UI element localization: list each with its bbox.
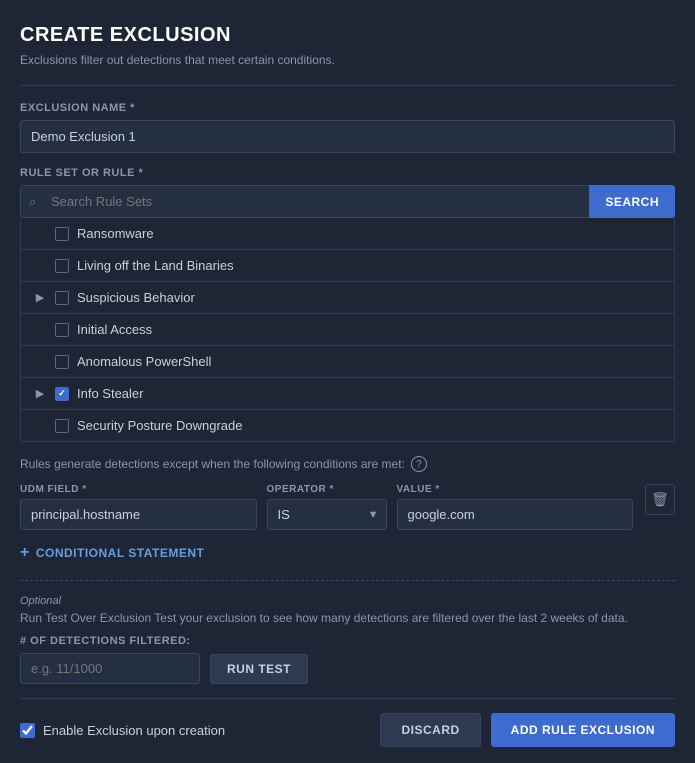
run-test-row: RUN TEST bbox=[20, 653, 675, 684]
chevron-suspicious-icon: ▶ bbox=[33, 291, 47, 305]
udm-label: UDM FIELD * bbox=[20, 484, 257, 495]
rule-label-initial: Initial Access bbox=[77, 322, 152, 337]
rule-checkbox-suspicious[interactable] bbox=[55, 291, 69, 305]
page-subtitle: Exclusions filter out detections that me… bbox=[20, 53, 675, 67]
conditions-section: Rules generate detections except when th… bbox=[20, 456, 675, 566]
add-condition-button[interactable]: + CONDITIONAL STATEMENT bbox=[20, 540, 204, 566]
rule-label-lotl: Living off the Land Binaries bbox=[77, 258, 234, 273]
rule-item-initial[interactable]: Initial Access bbox=[21, 314, 674, 346]
search-button[interactable]: SEARCH bbox=[589, 185, 675, 218]
run-test-button[interactable]: RUN TEST bbox=[210, 654, 308, 684]
rule-list: Ransomware Living off the Land Binaries … bbox=[20, 218, 675, 442]
rule-set-label: RULE SET OR RULE * bbox=[20, 167, 675, 179]
rule-checkbox-anomalous[interactable] bbox=[55, 355, 69, 369]
footer-buttons: DISCARD ADD RULE EXCLUSION bbox=[380, 713, 675, 747]
fields-row: UDM FIELD * OPERATOR * IS IS NOT CONTAIN… bbox=[20, 484, 675, 530]
dashed-divider bbox=[20, 580, 675, 581]
delete-condition-button[interactable]: 🗑 bbox=[645, 484, 675, 515]
trash-icon: 🗑 bbox=[651, 491, 669, 508]
enable-exclusion-label: Enable Exclusion upon creation bbox=[43, 723, 225, 738]
rule-checkbox-infostealer[interactable] bbox=[55, 387, 69, 401]
rule-item-lotl[interactable]: Living off the Land Binaries bbox=[21, 250, 674, 282]
chevron-infostealer-icon: ▶ bbox=[33, 387, 47, 401]
help-icon[interactable]: ? bbox=[411, 456, 427, 472]
detections-label: # OF DETECTIONS FILTERED: bbox=[20, 635, 675, 647]
enable-exclusion-checkbox[interactable] bbox=[20, 723, 35, 738]
enable-checkbox-row: Enable Exclusion upon creation bbox=[20, 723, 225, 738]
conditions-text: Rules generate detections except when th… bbox=[20, 456, 675, 472]
rule-item-ransomware[interactable]: Ransomware bbox=[21, 218, 674, 250]
page-title: CREATE EXCLUSION bbox=[20, 24, 675, 47]
plus-icon: + bbox=[20, 544, 30, 562]
optional-description: Run Test Over Exclusion Test your exclus… bbox=[20, 611, 675, 625]
rule-label-suspicious: Suspicious Behavior bbox=[77, 290, 195, 305]
rule-item-infostealer[interactable]: ▶ Info Stealer bbox=[21, 378, 674, 410]
rule-checkbox-ransomware[interactable] bbox=[55, 227, 69, 241]
optional-label: Optional bbox=[20, 595, 675, 607]
operator-select-wrap: IS IS NOT CONTAINS STARTS WITH ENDS WITH… bbox=[267, 499, 387, 530]
rule-item-suspicious[interactable]: ▶ Suspicious Behavior bbox=[21, 282, 674, 314]
rule-item-anomalous[interactable]: Anomalous PowerShell bbox=[21, 346, 674, 378]
rule-label-secposture: Security Posture Downgrade bbox=[77, 418, 242, 433]
rule-checkbox-secposture[interactable] bbox=[55, 419, 69, 433]
add-condition-label: CONDITIONAL STATEMENT bbox=[36, 546, 205, 560]
rule-label-anomalous: Anomalous PowerShell bbox=[77, 354, 211, 369]
footer-row: Enable Exclusion upon creation DISCARD A… bbox=[20, 698, 675, 747]
udm-field-col: UDM FIELD * bbox=[20, 484, 257, 530]
rule-label-ransomware: Ransomware bbox=[77, 226, 154, 241]
exclusion-name-input[interactable] bbox=[20, 120, 675, 153]
value-label: VALUE * bbox=[397, 484, 634, 495]
search-input[interactable] bbox=[20, 185, 589, 218]
operator-select[interactable]: IS IS NOT CONTAINS STARTS WITH ENDS WITH bbox=[267, 499, 387, 530]
delete-btn-col: 🗑 bbox=[643, 484, 675, 517]
search-icon: ⌕ bbox=[29, 194, 36, 210]
rule-label-infostealer: Info Stealer bbox=[77, 386, 144, 401]
title-divider bbox=[20, 85, 675, 86]
rule-checkbox-lotl[interactable] bbox=[55, 259, 69, 273]
rule-checkbox-initial[interactable] bbox=[55, 323, 69, 337]
add-exclusion-button[interactable]: ADD RULE EXCLUSION bbox=[491, 713, 675, 747]
value-field-input[interactable] bbox=[397, 499, 634, 530]
operator-label: OPERATOR * bbox=[267, 484, 387, 495]
discard-button[interactable]: DISCARD bbox=[380, 713, 480, 747]
exclusion-name-label: EXCLUSION NAME * bbox=[20, 102, 675, 114]
value-field-col: VALUE * bbox=[397, 484, 634, 530]
operator-field-col: OPERATOR * IS IS NOT CONTAINS STARTS WIT… bbox=[267, 484, 387, 530]
udm-field-input[interactable] bbox=[20, 499, 257, 530]
rule-item-secposture[interactable]: Security Posture Downgrade bbox=[21, 410, 674, 441]
detections-input[interactable] bbox=[20, 653, 200, 684]
optional-section: Optional Run Test Over Exclusion Test yo… bbox=[20, 595, 675, 684]
